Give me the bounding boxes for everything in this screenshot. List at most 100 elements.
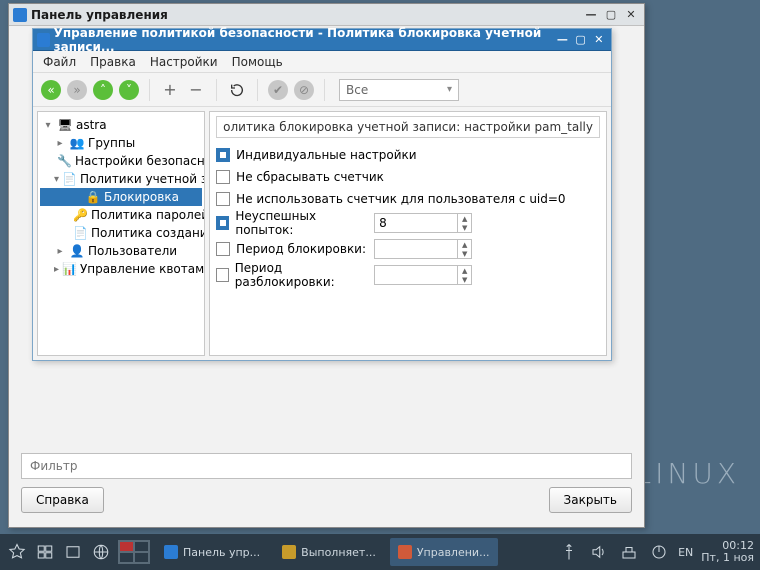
checkbox-failed-attempts[interactable] [216, 216, 229, 230]
volume-icon[interactable] [588, 541, 610, 563]
clock[interactable]: 00:12 Пт, 1 ноя [701, 540, 754, 564]
tree-label: Политики учетной записи [80, 172, 205, 186]
app-icon [398, 545, 412, 559]
tree-node-password-policy[interactable]: 🔑 Политика паролей [40, 206, 202, 224]
filter-combo-value: Все [346, 83, 368, 97]
tree-label: Настройки безопасности [75, 154, 205, 168]
taskbar-item-control-panel[interactable]: Панель упр... [156, 538, 268, 566]
maximize-button[interactable]: ▢ [573, 33, 589, 47]
filter-combo[interactable]: Все ▾ [339, 79, 459, 101]
checkbox-no-reset-counter[interactable] [216, 170, 230, 184]
spinner-down[interactable]: ▼ [458, 223, 471, 232]
refresh-button[interactable] [227, 80, 247, 100]
tree-node-account-policies[interactable]: ▾📄 Политики учетной записи [40, 170, 202, 188]
spinner-lock-period[interactable]: ▲▼ [374, 239, 472, 259]
security-policy-titlebar[interactable]: Управление политикой безопасности - Поли… [33, 29, 611, 51]
maximize-button[interactable]: ▢ [602, 8, 620, 22]
tree-label: Группы [88, 136, 135, 150]
spinner-up[interactable]: ▲ [458, 240, 471, 249]
tree-label: Политика паролей [91, 208, 205, 222]
label-failed-attempts: Неуспешных попыток: [235, 209, 368, 237]
settings-pane: олитика блокировка учетной записи: настр… [209, 111, 607, 356]
checkbox-individual-settings[interactable] [216, 148, 230, 162]
toolbar-separator [149, 79, 150, 101]
control-panel-window: Панель управления — ▢ ✕ Управление полит… [8, 3, 645, 528]
app-icon [37, 33, 50, 47]
tree-node-creation-policy[interactable]: 📄 Политика создания пол... [40, 224, 202, 242]
checkbox-ignore-uid0[interactable] [216, 192, 230, 206]
remove-button[interactable]: − [186, 80, 206, 100]
menubar: Файл Правка Настройки Помощь [33, 51, 611, 73]
taskbar-item-security-policy[interactable]: Управлени... [390, 538, 498, 566]
policy-icon: 📄 [62, 172, 77, 186]
desktop-pager[interactable] [118, 540, 150, 564]
spinner-down[interactable]: ▼ [458, 275, 471, 284]
policy-icon: 📄 [73, 226, 88, 240]
checkbox-unlock-period[interactable] [216, 268, 229, 282]
deny-button[interactable]: ⊘ [294, 80, 314, 100]
tree-node-lockout[interactable]: 🔒 Блокировка [40, 188, 202, 206]
toolbar-separator [324, 79, 325, 101]
spinner-down[interactable]: ▼ [458, 249, 471, 258]
menu-file[interactable]: Файл [43, 55, 76, 69]
add-button[interactable]: + [160, 80, 180, 100]
tree-node-security-settings[interactable]: 🔧 Настройки безопасности [40, 152, 202, 170]
label-ignore-uid0: Не использовать счетчик для пользователя… [236, 192, 565, 206]
tree-pane[interactable]: ▾🖥 astra ▸👥 Группы 🔧 Настройки безопасно… [37, 111, 205, 356]
control-panel-title: Панель управления [31, 8, 168, 22]
keyboard-layout[interactable]: EN [678, 546, 693, 559]
lock-icon: 🔒 [85, 190, 101, 204]
input-failed-attempts[interactable] [374, 213, 458, 233]
nav-up-button[interactable]: ˄ [93, 80, 113, 100]
input-lock-period[interactable] [374, 239, 458, 259]
clock-date: Пт, 1 ноя [701, 552, 754, 564]
nav-forward-button[interactable]: » [67, 80, 87, 100]
close-button[interactable]: ✕ [622, 8, 640, 22]
checkbox-lock-period[interactable] [216, 242, 230, 256]
app-icon [13, 8, 27, 22]
label-lock-period: Период блокировки: [236, 242, 366, 256]
nav-back-button[interactable]: « [41, 80, 61, 100]
control-panel-titlebar[interactable]: Панель управления — ▢ ✕ [9, 4, 644, 26]
tree-label: Пользователи [88, 244, 177, 258]
app-icon [282, 545, 296, 559]
spinner-up[interactable]: ▲ [458, 266, 471, 275]
security-policy-window: Управление политикой безопасности - Поли… [32, 28, 612, 361]
spinner-failed-attempts[interactable]: ▲▼ [374, 213, 472, 233]
menu-edit[interactable]: Правка [90, 55, 136, 69]
shutdown-icon[interactable] [648, 541, 670, 563]
minimize-button[interactable]: — [554, 33, 570, 47]
tree-node-users[interactable]: ▸👤 Пользователи [40, 242, 202, 260]
taskbar: Панель упр... Выполняет... Управлени... … [0, 534, 760, 570]
close-button[interactable]: ✕ [591, 33, 607, 47]
usb-icon[interactable] [558, 541, 580, 563]
menu-help[interactable]: Помощь [232, 55, 283, 69]
network-icon[interactable] [618, 541, 640, 563]
files-icon[interactable] [62, 541, 84, 563]
users-icon: 👤 [69, 244, 85, 258]
close-button[interactable]: Закрыть [549, 487, 632, 513]
tree-node-groups[interactable]: ▸👥 Группы [40, 134, 202, 152]
taskbar-item-label: Панель упр... [183, 546, 260, 559]
group-icon: 👥 [69, 136, 85, 150]
nav-down-button[interactable]: ˅ [119, 80, 139, 100]
tree-label: Политика создания пол... [91, 226, 205, 240]
apply-button[interactable]: ✔ [268, 80, 288, 100]
taskbar-item-label: Выполняет... [301, 546, 376, 559]
spinner-up[interactable]: ▲ [458, 214, 471, 223]
tree-node-root[interactable]: ▾🖥 astra [40, 116, 202, 134]
workspaces-icon[interactable] [34, 541, 56, 563]
browser-icon[interactable] [90, 541, 112, 563]
spinner-unlock-period[interactable]: ▲▼ [374, 265, 472, 285]
settings-heading: олитика блокировка учетной записи: настр… [216, 116, 600, 138]
input-unlock-period[interactable] [374, 265, 458, 285]
start-menu-icon[interactable] [6, 541, 28, 563]
filter-input[interactable] [21, 453, 632, 479]
taskbar-item-running[interactable]: Выполняет... [274, 538, 384, 566]
system-tray: EN 00:12 Пт, 1 ноя [558, 540, 754, 564]
taskbar-item-label: Управлени... [417, 546, 490, 559]
minimize-button[interactable]: — [582, 8, 600, 22]
tree-node-quotas[interactable]: ▸📊 Управление квотами [40, 260, 202, 278]
menu-settings[interactable]: Настройки [150, 55, 218, 69]
help-button[interactable]: Справка [21, 487, 104, 513]
